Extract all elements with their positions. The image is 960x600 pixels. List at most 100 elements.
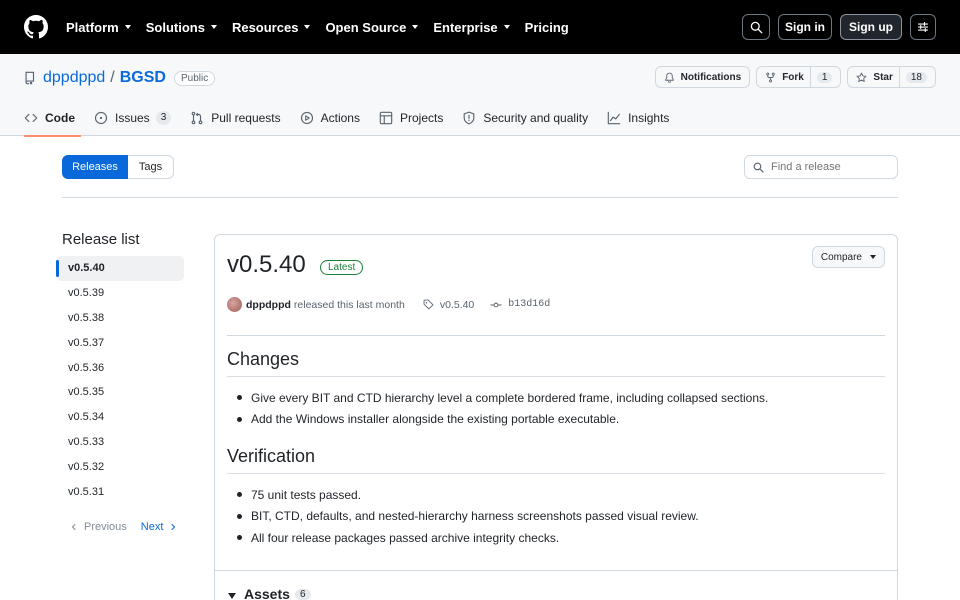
repo-separator: / bbox=[110, 69, 115, 86]
nav-platform[interactable]: Platform bbox=[66, 20, 131, 35]
tab-label: Projects bbox=[399, 111, 444, 125]
author-link[interactable]: dppdppd bbox=[246, 299, 291, 311]
assets-section[interactable]: Assets 6 bbox=[215, 570, 897, 600]
release-version-title[interactable]: v0.5.40 bbox=[227, 251, 306, 279]
tag-icon bbox=[423, 299, 434, 310]
chevron-down-icon bbox=[503, 25, 510, 29]
nav-enterprise[interactable]: Enterprise bbox=[433, 20, 510, 35]
chevron-down-icon bbox=[304, 25, 311, 29]
release-list-item[interactable]: v0.5.31 bbox=[56, 479, 184, 504]
nav-resources[interactable]: Resources bbox=[232, 20, 311, 35]
tab-projects[interactable]: Projects bbox=[379, 106, 443, 136]
triangle-down-icon bbox=[228, 593, 236, 599]
play-icon bbox=[300, 111, 313, 125]
tags-tab-button[interactable]: Tags bbox=[128, 155, 174, 179]
tab-actions[interactable]: Actions bbox=[300, 106, 360, 136]
tab-security[interactable]: Security and quality bbox=[462, 106, 588, 136]
repo-icon bbox=[25, 71, 35, 85]
shield-icon bbox=[463, 111, 475, 125]
release-commit-link[interactable]: b13d16d bbox=[490, 299, 550, 311]
visibility-badge: Public bbox=[173, 70, 216, 86]
tab-issues[interactable]: Issues 3 bbox=[94, 106, 172, 136]
release-list-item[interactable]: v0.5.39 bbox=[56, 281, 184, 306]
nav-label: Solutions bbox=[145, 19, 205, 35]
assets-count: 6 bbox=[295, 589, 311, 600]
release-list-item[interactable]: v0.5.38 bbox=[56, 306, 184, 331]
pull-request-icon bbox=[191, 111, 203, 125]
release-card: v0.5.40 Latest Compare dppdppd released … bbox=[214, 234, 898, 600]
commit-icon bbox=[490, 302, 502, 307]
sliders-icon bbox=[917, 21, 929, 33]
released-text: released this last month bbox=[293, 298, 405, 311]
release-list-item[interactable]: v0.5.34 bbox=[56, 405, 184, 430]
tab-code[interactable]: Code bbox=[24, 106, 81, 137]
repo-name-link[interactable]: BGSD bbox=[120, 69, 166, 87]
sign-up-button[interactable]: Sign up bbox=[840, 14, 902, 40]
top-nav: Platform Solutions Resources Open Source… bbox=[66, 0, 584, 54]
avatar[interactable] bbox=[227, 297, 242, 312]
verification-list: 75 unit tests passed. BIT, CTD, defaults… bbox=[237, 484, 699, 549]
find-release-search[interactable] bbox=[744, 155, 898, 179]
next-label: Next bbox=[140, 521, 164, 533]
latest-badge: Latest bbox=[320, 260, 364, 275]
divider bbox=[898, 67, 900, 87]
card-divider bbox=[227, 335, 885, 336]
fork-count: 1 bbox=[816, 71, 833, 83]
chevron-left-icon bbox=[71, 524, 76, 530]
search-button[interactable] bbox=[742, 14, 770, 40]
release-list-item[interactable]: v0.5.35 bbox=[56, 380, 184, 405]
nav-open-source[interactable]: Open Source bbox=[325, 20, 419, 35]
tab-label: Security and quality bbox=[483, 111, 589, 125]
compare-label: Compare bbox=[820, 251, 862, 263]
release-list-item[interactable]: v0.5.40 bbox=[56, 256, 184, 281]
fork-button[interactable]: Fork 1 bbox=[756, 66, 842, 88]
tab-label: Issues bbox=[115, 111, 150, 125]
star-icon bbox=[857, 72, 867, 82]
repo-tabs: Code Issues 3 Pull requests Actions Proj… bbox=[24, 106, 688, 137]
fork-icon bbox=[766, 72, 775, 82]
next-page-button[interactable]: Next bbox=[141, 521, 178, 533]
issues-count: 3 bbox=[155, 111, 172, 125]
repo-owner-link[interactable]: dppdppd bbox=[43, 69, 105, 87]
sign-in-button[interactable]: Sign in bbox=[778, 14, 832, 40]
tag-label: v0.5.40 bbox=[439, 298, 475, 311]
repo-title: dppdppd / BGSD Public bbox=[24, 69, 216, 87]
releases-tab-button[interactable]: Releases bbox=[62, 155, 128, 179]
section-heading: Changes bbox=[227, 349, 300, 369]
table-icon bbox=[379, 111, 393, 125]
nav-pricing[interactable]: Pricing bbox=[525, 20, 569, 35]
tab-label: Pull requests bbox=[211, 111, 281, 125]
github-logo-icon[interactable] bbox=[24, 15, 48, 39]
star-count: 18 bbox=[905, 71, 927, 83]
list-item: BIT, CTD, defaults, and nested-hierarchy… bbox=[237, 506, 699, 528]
star-button[interactable]: Star 18 bbox=[847, 66, 936, 88]
global-header: Platform Solutions Resources Open Source… bbox=[0, 0, 960, 54]
release-list-item[interactable]: v0.5.32 bbox=[56, 454, 184, 479]
section-divider bbox=[62, 197, 898, 198]
releases-tags-toggle: Releases Tags bbox=[62, 155, 174, 179]
tab-label: Insights bbox=[628, 111, 670, 125]
tab-pull-requests[interactable]: Pull requests bbox=[190, 106, 281, 136]
notifications-button[interactable]: Notifications bbox=[654, 66, 751, 88]
tab-insights[interactable]: Insights bbox=[607, 106, 669, 136]
graph-icon bbox=[607, 111, 621, 125]
tab-label: Actions bbox=[320, 111, 360, 125]
compare-button[interactable]: Compare bbox=[811, 246, 885, 268]
search-icon bbox=[750, 21, 762, 33]
release-list-item[interactable]: v0.5.33 bbox=[56, 430, 184, 455]
release-list: v0.5.40 v0.5.39 v0.5.38 v0.5.37 v0.5.36 … bbox=[56, 256, 184, 504]
release-list-item[interactable]: v0.5.36 bbox=[56, 355, 184, 380]
repo-header: dppdppd / BGSD Public Notifications Fork… bbox=[0, 54, 960, 137]
menu-button[interactable] bbox=[910, 14, 936, 40]
previous-label: Previous bbox=[84, 521, 127, 533]
release-list-title: Release list bbox=[62, 231, 140, 248]
divider bbox=[809, 67, 811, 87]
issue-icon bbox=[94, 111, 108, 125]
assets-label: Assets bbox=[244, 586, 290, 600]
changes-list: Give every BIT and CTD hierarchy level a… bbox=[237, 387, 768, 430]
find-release-input[interactable] bbox=[771, 161, 891, 173]
release-tag-link[interactable]: v0.5.40 bbox=[423, 299, 474, 311]
release-list-item[interactable]: v0.5.37 bbox=[56, 330, 184, 355]
list-item: 75 unit tests passed. bbox=[237, 484, 699, 506]
nav-solutions[interactable]: Solutions bbox=[146, 20, 217, 35]
